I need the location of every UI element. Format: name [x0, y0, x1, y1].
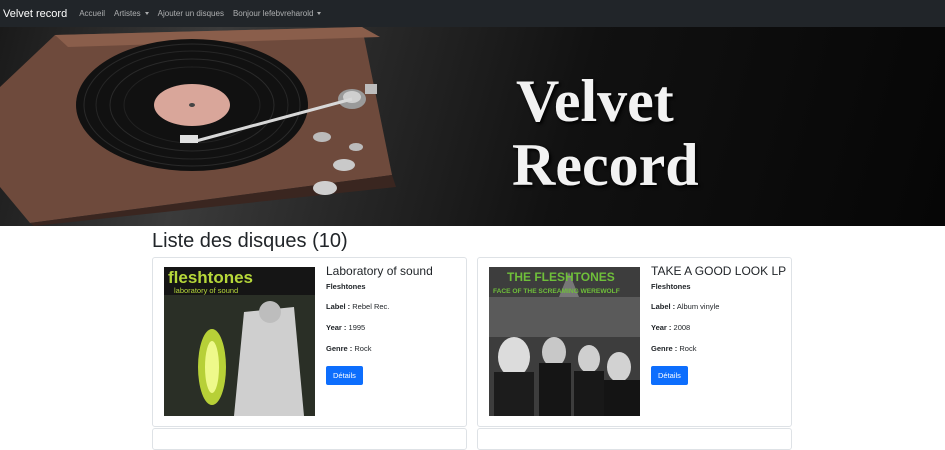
record-artist: Fleshtones: [651, 282, 691, 291]
nav-ajouter-disques[interactable]: Ajouter un disques: [158, 9, 224, 18]
nav-user-label: Bonjour lefebvreharold: [232, 9, 314, 18]
record-card: [152, 428, 467, 450]
top-navbar: Velvet record Accueil Artistes Ajouter u…: [0, 0, 945, 27]
brand-link[interactable]: Velvet record: [3, 8, 67, 20]
record-label: Label : Rebel Rec.: [326, 302, 390, 311]
nav-user-dropdown[interactable]: Bonjour lefebvreharold: [233, 9, 322, 18]
album-cover-image: fleshtones laboratory of sound: [164, 267, 315, 416]
record-card: [477, 428, 792, 450]
record-card-body: Laboratory of sound Fleshtones Label : R…: [326, 264, 461, 385]
nav-artistes-dropdown[interactable]: Artistes: [114, 9, 149, 18]
hero-banner: Velvet Record: [0, 27, 945, 226]
cover-1-subtitle: laboratory of sound: [174, 286, 238, 295]
hero-title: Velvet Record: [512, 69, 812, 197]
record-label: Label : Album vinyle: [651, 302, 720, 311]
record-card: THE FLESHTONES FACE OF THE SCREAMING WER…: [477, 257, 792, 427]
record-genre: Genre : Rock: [651, 344, 697, 353]
record-title: TAKE A GOOD LOOK LP: [651, 264, 787, 278]
record-card: fleshtones laboratory of sound Laborator…: [152, 257, 467, 427]
record-year: Year : 1995: [326, 323, 366, 332]
hero-title-line1: Velvet: [516, 68, 674, 134]
details-button[interactable]: Détails: [651, 366, 688, 385]
album-cover-image: THE FLESHTONES FACE OF THE SCREAMING WER…: [489, 267, 640, 416]
record-genre: Genre : Rock: [326, 344, 372, 353]
nav-ajouter-label: Ajouter un disques: [157, 9, 224, 18]
caret-down-icon: [317, 12, 322, 15]
details-button[interactable]: Détails: [326, 366, 363, 385]
record-artist: Fleshtones: [326, 282, 366, 291]
nav-accueil[interactable]: Accueil: [79, 9, 105, 18]
cover-2-subtitle: FACE OF THE SCREAMING WEREWOLF: [493, 288, 620, 295]
cover-1-title: fleshtones: [168, 268, 253, 287]
nav-accueil-label: Accueil: [79, 9, 105, 18]
record-year: Year : 2008: [651, 323, 691, 332]
record-title: Laboratory of sound: [326, 264, 433, 278]
caret-down-icon: [144, 12, 149, 15]
cover-2-title: THE FLESHTONES: [507, 270, 615, 284]
page-title: Liste des disques (10): [152, 230, 348, 252]
hero-title-line2: Record: [512, 132, 699, 198]
record-card-body: TAKE A GOOD LOOK LP Fleshtones Label : A…: [651, 264, 786, 385]
nav-artistes-label: Artistes: [114, 9, 141, 18]
